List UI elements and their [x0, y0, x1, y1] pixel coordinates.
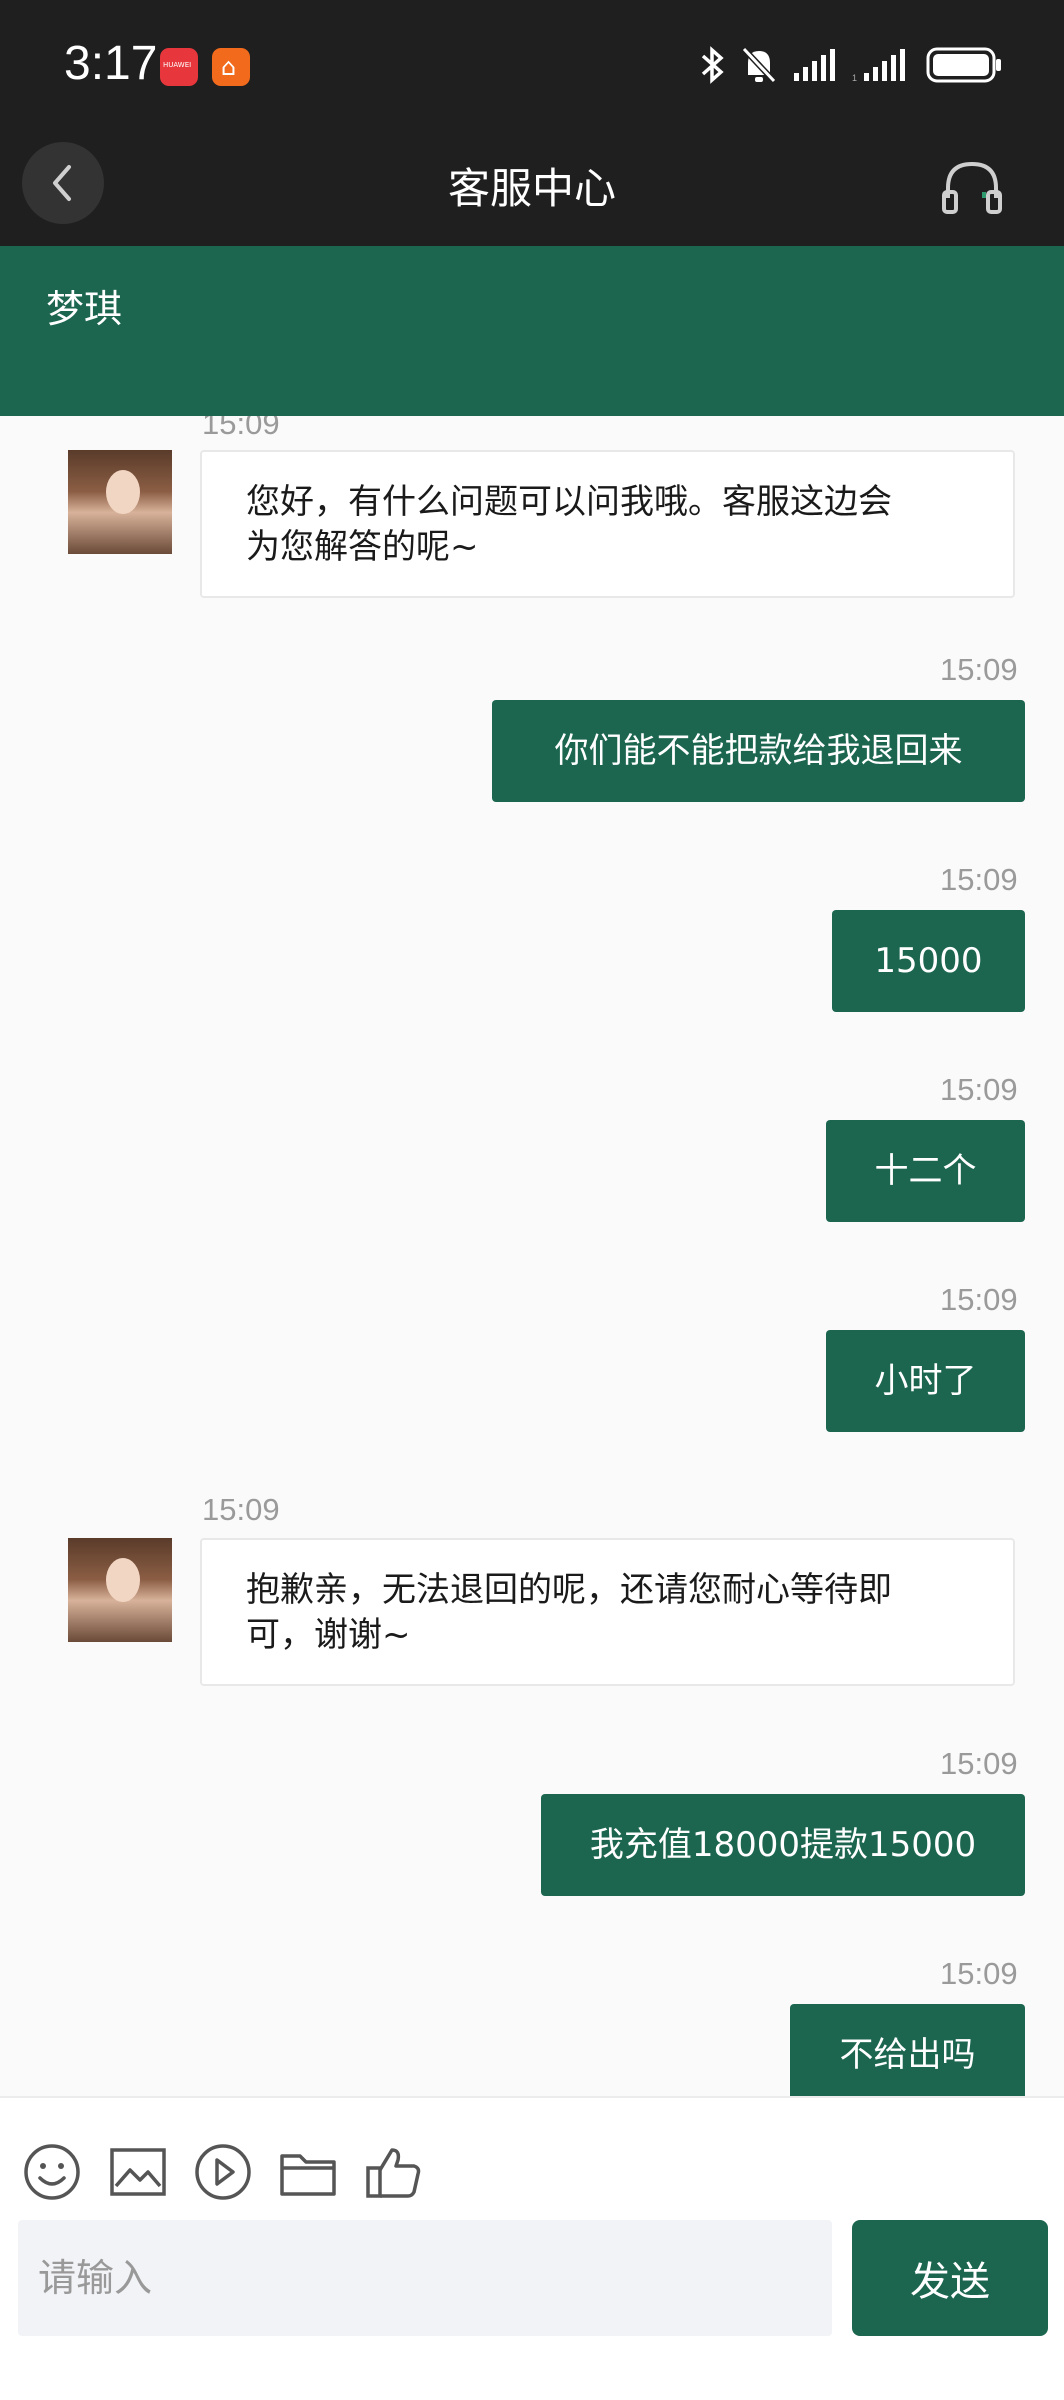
emoji-button[interactable]	[22, 2142, 82, 2202]
composer: 发送	[0, 2096, 1064, 2400]
message-text-line: 抱歉亲，无法退回的呢，还请您耐心等待即	[246, 1570, 892, 1610]
message-text-line: 为您解答的呢~	[246, 527, 479, 567]
headset-button[interactable]	[940, 158, 1004, 218]
message-bubble: 你们能不能把款给我退回来	[492, 700, 1025, 802]
chat-message-list[interactable]: 15:09 您好，有什么问题可以问我哦。客服这边会 为您解答的呢~ 15:09 …	[0, 416, 1064, 2096]
orange-app-icon: ⌂	[212, 48, 250, 86]
bluetooth-icon	[701, 46, 724, 84]
headset-icon	[942, 161, 1002, 214]
message-timestamp: 15:09	[940, 1956, 1018, 1991]
message-bubble: 15000	[832, 910, 1025, 1012]
message-outgoing: 15:09 你们能不能把款给我退回来	[0, 652, 1064, 812]
top-nav-bar: 客服中心	[0, 130, 1064, 246]
message-bubble: 十二个	[826, 1120, 1025, 1222]
smiley-icon	[24, 2144, 80, 2200]
message-text-line: 您好，有什么问题可以问我哦。客服这边会	[246, 482, 892, 522]
message-bubble: 抱歉亲，无法退回的呢，还请您耐心等待即 可，谢谢~	[200, 1538, 1015, 1686]
signal-2-icon: 1	[852, 49, 905, 83]
status-bar: 3:17 HUAWEI ⌂ 1	[0, 0, 1064, 130]
huawei-appgallery-icon: HUAWEI	[160, 48, 198, 86]
message-bubble: 我充值18000提款15000	[541, 1794, 1025, 1896]
message-text-line: 可，谢谢~	[246, 1615, 411, 1655]
message-outgoing: 15:09 不给出吗	[0, 1956, 1064, 2096]
message-outgoing: 15:09 十二个	[0, 1072, 1064, 1232]
message-bubble: 您好，有什么问题可以问我哦。客服这边会 为您解答的呢~	[200, 450, 1015, 598]
page-title: 客服中心	[447, 164, 616, 213]
like-button[interactable]	[364, 2142, 424, 2202]
folder-icon	[280, 2154, 336, 2196]
message-bubble: 小时了	[826, 1330, 1025, 1432]
message-bubble: 不给出吗	[790, 2004, 1025, 2096]
agent-banner: 梦琪	[0, 246, 1064, 416]
agent-avatar	[68, 1538, 172, 1642]
message-incoming: 15:09 您好，有什么问题可以问我哦。客服这边会 为您解答的呢~	[0, 416, 1064, 598]
message-outgoing: 15:09 15000	[0, 862, 1064, 1022]
message-incoming: 15:09 抱歉亲，无法退回的呢，还请您耐心等待即 可，谢谢~	[0, 1492, 1064, 1712]
signal-icon	[794, 49, 835, 81]
file-button[interactable]	[278, 2142, 338, 2202]
svg-text:1: 1	[852, 73, 857, 83]
image-button[interactable]	[108, 2142, 168, 2202]
message-outgoing: 15:09 我充值18000提款15000	[0, 1746, 1064, 1906]
message-outgoing: 15:09 小时了	[0, 1282, 1064, 1442]
thumbs-up-icon	[366, 2148, 421, 2198]
battery-icon	[926, 47, 1001, 83]
message-timestamp: 15:09	[940, 652, 1018, 687]
status-icons: 1	[700, 40, 1004, 90]
agent-avatar	[68, 450, 172, 554]
video-button[interactable]	[193, 2142, 253, 2202]
chat-page: 3:17 HUAWEI ⌂ 1 客服中心 梦琪 15:09 您好，有什么问题可以…	[0, 0, 1064, 2400]
message-timestamp: 15:09	[940, 1282, 1018, 1317]
image-icon	[110, 2148, 166, 2196]
agent-name: 梦琪	[46, 287, 123, 331]
status-time: 3:17	[64, 37, 158, 90]
message-timestamp: 15:09	[202, 1492, 280, 1527]
mute-bell-icon	[741, 46, 777, 84]
message-timestamp: 15:09	[202, 416, 280, 441]
message-timestamp: 15:09	[940, 1746, 1018, 1781]
message-timestamp: 15:09	[940, 862, 1018, 897]
message-input[interactable]	[18, 2220, 832, 2336]
message-timestamp: 15:09	[940, 1072, 1018, 1107]
play-circle-icon	[195, 2144, 251, 2200]
send-button[interactable]: 发送	[852, 2220, 1048, 2336]
